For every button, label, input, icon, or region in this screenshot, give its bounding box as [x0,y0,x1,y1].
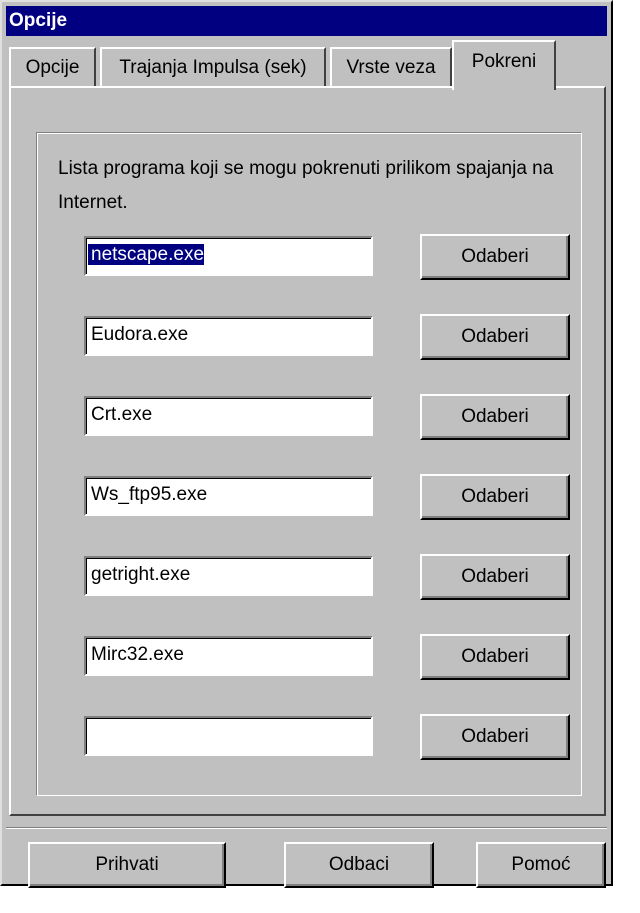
program-field-value: Mirc32.exe [91,644,184,665]
cancel-button[interactable]: Odbaci [284,842,434,888]
program-field-value: Ws_ftp95.exe [91,484,208,505]
programs-group-box [36,132,582,796]
browse-button-3[interactable]: Odaberi [420,394,570,440]
program-field-7[interactable] [84,716,373,756]
program-field-value: getright.exe [91,564,191,585]
browse-button-7[interactable]: Odaberi [420,714,570,760]
tab-label: Opcije [25,57,80,78]
title-bar[interactable]: Opcije [6,6,607,36]
programs-description: Lista programa koji se mogu pokrenuti pr… [58,158,554,213]
program-field-value: Crt.exe [91,404,153,425]
browse-button-5[interactable]: Odaberi [420,554,570,600]
tab-vrste-veza[interactable]: Vrste veza [330,47,452,87]
browse-button-2[interactable]: Odaberi [420,314,570,360]
browse-button-1[interactable]: Odaberi [420,234,570,280]
accept-button[interactable]: Prihvati [28,842,226,888]
help-button[interactable]: Pomoć [476,842,606,888]
browse-button-4[interactable]: Odaberi [420,474,570,520]
tab-opcije[interactable]: Opcije [9,47,96,87]
footer-separator [6,827,607,829]
window-title: Opcije [9,10,68,31]
program-field-value: Eudora.exe [91,324,189,345]
tab-label: Trajanja Impulsa (sek) [119,57,307,78]
tab-pokreni[interactable]: Pokreni [452,40,556,90]
program-field-2[interactable]: Eudora.exe [84,316,373,356]
tab-label: Vrste veza [346,57,436,78]
program-field-3[interactable]: Crt.exe [84,396,373,436]
program-field-value: netscape.exe [88,244,205,265]
program-field-5[interactable]: getright.exe [84,556,373,596]
browse-button-6[interactable]: Odaberi [420,634,570,680]
program-field-6[interactable]: Mirc32.exe [84,636,373,676]
program-field-1[interactable]: netscape.exe [84,236,373,276]
tab-label: Pokreni [471,51,537,72]
tab-trajanja-impulsa[interactable]: Trajanja Impulsa (sek) [100,47,326,87]
program-field-value [88,724,91,745]
program-field-4[interactable]: Ws_ftp95.exe [84,476,373,516]
